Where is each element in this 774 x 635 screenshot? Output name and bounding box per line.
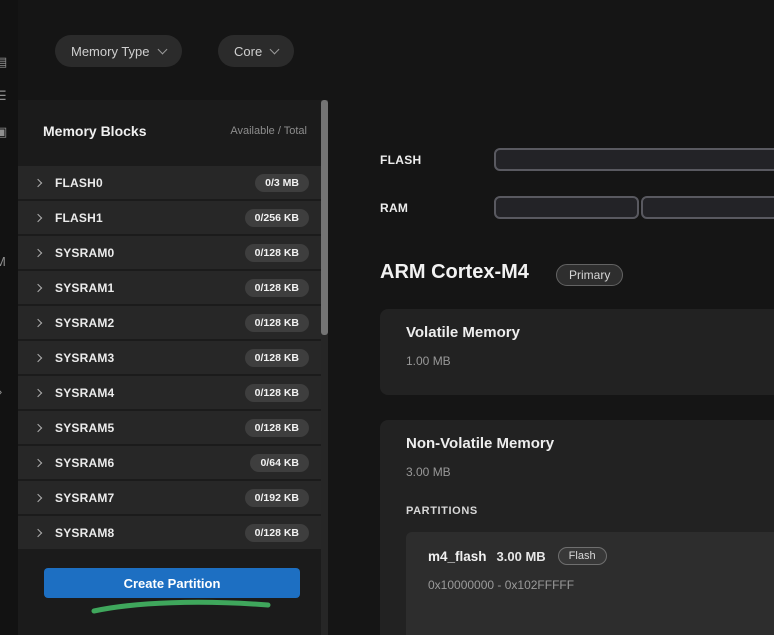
flash-memory-bar <box>494 148 774 171</box>
partition-size: 3.00 MB <box>497 549 546 564</box>
chevron-right-icon <box>34 528 42 536</box>
memory-block-row-sysram2[interactable]: SYSRAM2 0/128 KB <box>18 306 321 339</box>
list-icon[interactable]: ☰ <box>0 88 15 104</box>
left-rail: ↑ ▤ ☰ ▣ ] M ] » <box>0 0 18 635</box>
memory-block-usage-badge: 0/128 KB <box>245 524 309 542</box>
ram-bar-segment-2 <box>641 196 774 219</box>
box-icon[interactable]: ▣ <box>0 124 15 140</box>
chevron-right-icon <box>34 388 42 396</box>
memory-block-usage-badge: 0/64 KB <box>250 454 309 472</box>
expand-icon[interactable]: » <box>0 384 15 400</box>
nonvolatile-memory-size: 3.00 MB <box>406 465 451 479</box>
chevron-right-icon <box>34 458 42 466</box>
memory-block-row-sysram4[interactable]: SYSRAM4 0/128 KB <box>18 376 321 409</box>
arrow-up-icon[interactable]: ↑ <box>0 4 15 20</box>
nonvolatile-memory-card: Non-Volatile Memory 3.00 MB PARTITIONS m… <box>380 420 774 635</box>
chevron-right-icon <box>34 178 42 186</box>
memory-block-row-sysram3[interactable]: SYSRAM3 0/128 KB <box>18 341 321 374</box>
memory-block-row-sysram5[interactable]: SYSRAM5 0/128 KB <box>18 411 321 444</box>
chevron-right-icon <box>34 353 42 361</box>
m-icon[interactable]: M <box>0 254 15 270</box>
volatile-memory-size: 1.00 MB <box>406 354 451 368</box>
create-partition-button[interactable]: Create Partition <box>44 568 300 598</box>
flash-bar-label: FLASH <box>380 153 422 167</box>
core-filter-dropdown[interactable]: Core <box>218 35 294 67</box>
memory-block-row-flash1[interactable]: FLASH1 0/256 KB <box>18 201 321 234</box>
window-icon[interactable]: ▤ <box>0 54 15 70</box>
memory-block-name: SYSRAM4 <box>55 386 114 400</box>
chevron-down-icon <box>157 44 167 54</box>
memory-block-usage-badge: 0/128 KB <box>245 419 309 437</box>
memory-block-usage-badge: 0/128 KB <box>245 244 309 262</box>
chevron-right-icon <box>34 423 42 431</box>
memory-block-name: FLASH1 <box>55 211 103 225</box>
partition-type-badge: Flash <box>558 547 607 565</box>
memory-block-row-sysram8[interactable]: SYSRAM8 0/128 KB <box>18 516 321 549</box>
memory-block-name: SYSRAM2 <box>55 316 114 330</box>
nonvolatile-memory-title: Non-Volatile Memory <box>406 435 554 452</box>
memory-block-usage-badge: 0/128 KB <box>245 384 309 402</box>
chevron-right-icon <box>34 248 42 256</box>
volatile-memory-card: Volatile Memory 1.00 MB <box>380 309 774 395</box>
memory-block-name: SYSRAM6 <box>55 456 114 470</box>
partition-header: m4_flash 3.00 MB Flash <box>428 547 607 565</box>
ram-memory-bar <box>494 196 774 219</box>
flash-bar-segment <box>494 148 774 171</box>
memory-type-filter-dropdown[interactable]: Memory Type <box>55 35 182 67</box>
core-title: ARM Cortex-M4 <box>380 261 529 284</box>
partition-name: m4_flash <box>428 549 487 564</box>
memory-block-usage-badge: 0/128 KB <box>245 279 309 297</box>
core-filter-label: Core <box>234 44 262 59</box>
memory-block-row-sysram6[interactable]: SYSRAM6 0/64 KB <box>18 446 321 479</box>
memory-block-name: SYSRAM0 <box>55 246 114 260</box>
ram-bar-label: RAM <box>380 201 408 215</box>
chevron-right-icon <box>34 493 42 501</box>
memory-block-usage-badge: 0/128 KB <box>245 349 309 367</box>
memory-block-row-sysram7[interactable]: SYSRAM7 0/192 KB <box>18 481 321 514</box>
memory-block-row-sysram1[interactable]: SYSRAM1 0/128 KB <box>18 271 321 304</box>
primary-core-badge: Primary <box>556 264 623 286</box>
memory-block-name: FLASH0 <box>55 176 103 190</box>
memory-block-name: SYSRAM7 <box>55 491 114 505</box>
memory-block-name: SYSRAM1 <box>55 281 114 295</box>
chevron-right-icon <box>34 283 42 291</box>
memory-block-usage-badge: 0/3 MB <box>255 174 309 192</box>
memory-block-name: SYSRAM3 <box>55 351 114 365</box>
memory-blocks-panel: Memory Blocks Available / Total FLASH0 0… <box>18 100 321 635</box>
panel-title: Memory Blocks <box>43 123 146 139</box>
memory-block-list: FLASH0 0/3 MB FLASH1 0/256 KB SYSRAM0 0/… <box>18 166 321 551</box>
chevron-down-icon <box>270 44 280 54</box>
memory-block-name: SYSRAM5 <box>55 421 114 435</box>
panel-subtitle: Available / Total <box>230 125 307 137</box>
bracket-icon[interactable]: ] <box>0 320 15 336</box>
volatile-memory-title: Volatile Memory <box>406 324 520 341</box>
memory-block-row-sysram0[interactable]: SYSRAM0 0/128 KB <box>18 236 321 269</box>
bracket-icon[interactable]: ] <box>0 192 15 208</box>
memory-block-usage-badge: 0/192 KB <box>245 489 309 507</box>
chevron-right-icon <box>34 318 42 326</box>
annotation-underline <box>86 597 276 617</box>
chevron-right-icon <box>34 213 42 221</box>
ram-bar-segment-1 <box>494 196 639 219</box>
memory-type-filter-label: Memory Type <box>71 44 150 59</box>
partition-address-range: 0x10000000 - 0x102FFFFF <box>428 578 574 592</box>
partitions-section-label: PARTITIONS <box>406 505 478 517</box>
memory-block-row-flash0[interactable]: FLASH0 0/3 MB <box>18 166 321 199</box>
memory-block-usage-badge: 0/256 KB <box>245 209 309 227</box>
scrollbar-thumb[interactable] <box>321 100 328 335</box>
memory-block-name: SYSRAM8 <box>55 526 114 540</box>
memory-block-usage-badge: 0/128 KB <box>245 314 309 332</box>
partition-card-m4-flash[interactable]: m4_flash 3.00 MB Flash 0x10000000 - 0x10… <box>406 532 774 635</box>
